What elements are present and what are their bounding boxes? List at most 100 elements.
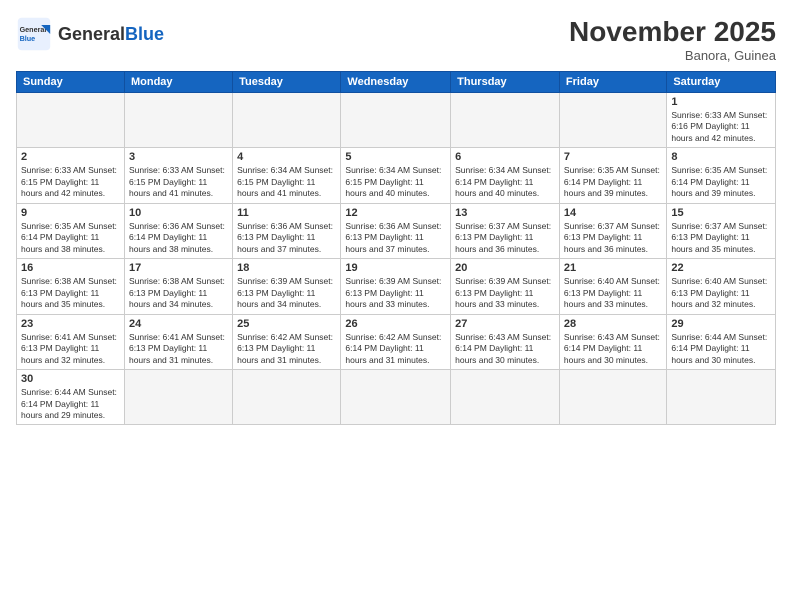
calendar-cell: 21 Sunrise: 6:40 AM Sunset: 6:13 PM Dayli…: [559, 259, 666, 314]
day-info: Sunrise: 6:42 AM Sunset: 6:13 PM Dayligh…: [237, 332, 336, 366]
calendar-cell: 15 Sunrise: 6:37 AM Sunset: 6:13 PM Dayli…: [667, 203, 776, 258]
day-info: Sunrise: 6:37 AM Sunset: 6:13 PM Dayligh…: [671, 221, 771, 255]
calendar-cell: [233, 370, 341, 425]
logo-text: GeneralBlue: [58, 25, 164, 43]
day-info: Sunrise: 6:34 AM Sunset: 6:15 PM Dayligh…: [345, 165, 446, 199]
day-number: 11: [237, 207, 336, 219]
calendar-cell: 7 Sunrise: 6:35 AM Sunset: 6:14 PM Daylig…: [559, 148, 666, 203]
day-info: Sunrise: 6:33 AM Sunset: 6:15 PM Dayligh…: [129, 165, 228, 199]
calendar-cell: 6Sunrise: 6:34 AM Sunset: 6:14 PM Daylig…: [451, 148, 560, 203]
calendar-cell: 25 Sunrise: 6:42 AM Sunset: 6:13 PM Dayli…: [233, 314, 341, 369]
calendar-cell: 27Sunrise: 6:43 AM Sunset: 6:14 PM Dayli…: [451, 314, 560, 369]
day-number: 19: [345, 262, 446, 274]
calendar-cell: [451, 370, 560, 425]
day-number: 7: [564, 151, 662, 163]
calendar-cell: [341, 370, 451, 425]
page: General Blue GeneralBlue November 2025 B…: [0, 0, 792, 612]
day-info: Sunrise: 6:41 AM Sunset: 6:13 PM Dayligh…: [129, 332, 228, 366]
svg-text:Blue: Blue: [20, 34, 36, 43]
calendar-cell: [451, 93, 560, 148]
calendar-cell: 28Sunrise: 6:43 AM Sunset: 6:14 PM Dayli…: [559, 314, 666, 369]
weekday-header-tuesday: Tuesday: [233, 72, 341, 93]
day-info: Sunrise: 6:39 AM Sunset: 6:13 PM Dayligh…: [455, 276, 555, 310]
calendar-cell: 17 Sunrise: 6:38 AM Sunset: 6:13 PM Dayli…: [124, 259, 232, 314]
day-info: Sunrise: 6:40 AM Sunset: 6:13 PM Dayligh…: [671, 276, 771, 310]
day-number: 9: [21, 207, 120, 219]
calendar-cell: [559, 93, 666, 148]
day-info: Sunrise: 6:35 AM Sunset: 6:14 PM Dayligh…: [21, 221, 120, 255]
calendar-cell: 29 Sunrise: 6:44 AM Sunset: 6:14 PM Dayli…: [667, 314, 776, 369]
day-number: 22: [671, 262, 771, 274]
day-number: 20: [455, 262, 555, 274]
day-number: 14: [564, 207, 662, 219]
location: Banora, Guinea: [569, 48, 776, 63]
day-info: Sunrise: 6:43 AM Sunset: 6:14 PM Dayligh…: [455, 332, 555, 366]
logo: General Blue GeneralBlue: [16, 16, 164, 52]
calendar-cell: 8 Sunrise: 6:35 AM Sunset: 6:14 PM Daylig…: [667, 148, 776, 203]
day-info: Sunrise: 6:40 AM Sunset: 6:13 PM Dayligh…: [564, 276, 662, 310]
calendar-cell: [341, 93, 451, 148]
day-info: Sunrise: 6:38 AM Sunset: 6:13 PM Dayligh…: [21, 276, 120, 310]
weekday-header-thursday: Thursday: [451, 72, 560, 93]
calendar: SundayMondayTuesdayWednesdayThursdayFrid…: [16, 71, 776, 425]
calendar-cell: [559, 370, 666, 425]
day-info: Sunrise: 6:39 AM Sunset: 6:13 PM Dayligh…: [237, 276, 336, 310]
day-number: 10: [129, 207, 228, 219]
logo-blue: Blue: [125, 24, 164, 44]
month-title: November 2025: [569, 16, 776, 48]
day-info: Sunrise: 6:34 AM Sunset: 6:14 PM Dayligh…: [455, 165, 555, 199]
day-number: 24: [129, 318, 228, 330]
weekday-header-friday: Friday: [559, 72, 666, 93]
day-number: 23: [21, 318, 120, 330]
calendar-cell: 20 Sunrise: 6:39 AM Sunset: 6:13 PM Dayli…: [451, 259, 560, 314]
day-number: 1: [671, 96, 771, 108]
day-number: 17: [129, 262, 228, 274]
calendar-cell: 1Sunrise: 6:33 AM Sunset: 6:16 PM Daylig…: [667, 93, 776, 148]
calendar-cell: 14 Sunrise: 6:37 AM Sunset: 6:13 PM Dayli…: [559, 203, 666, 258]
calendar-cell: 24 Sunrise: 6:41 AM Sunset: 6:13 PM Dayli…: [124, 314, 232, 369]
day-number: 26: [345, 318, 446, 330]
logo-general: General: [58, 24, 125, 44]
calendar-cell: [124, 370, 232, 425]
day-info: Sunrise: 6:36 AM Sunset: 6:14 PM Dayligh…: [129, 221, 228, 255]
weekday-header-wednesday: Wednesday: [341, 72, 451, 93]
day-number: 13: [455, 207, 555, 219]
calendar-week-5: 30Sunrise: 6:44 AM Sunset: 6:14 PM Dayli…: [17, 370, 776, 425]
calendar-cell: 13 Sunrise: 6:37 AM Sunset: 6:13 PM Dayli…: [451, 203, 560, 258]
day-info: Sunrise: 6:38 AM Sunset: 6:13 PM Dayligh…: [129, 276, 228, 310]
day-number: 16: [21, 262, 120, 274]
day-number: 25: [237, 318, 336, 330]
day-number: 15: [671, 207, 771, 219]
day-number: 29: [671, 318, 771, 330]
day-info: Sunrise: 6:33 AM Sunset: 6:15 PM Dayligh…: [21, 165, 120, 199]
day-info: Sunrise: 6:44 AM Sunset: 6:14 PM Dayligh…: [21, 387, 120, 421]
day-number: 3: [129, 151, 228, 163]
day-info: Sunrise: 6:37 AM Sunset: 6:13 PM Dayligh…: [564, 221, 662, 255]
calendar-cell: [124, 93, 232, 148]
day-info: Sunrise: 6:35 AM Sunset: 6:14 PM Dayligh…: [671, 165, 771, 199]
day-info: Sunrise: 6:37 AM Sunset: 6:13 PM Dayligh…: [455, 221, 555, 255]
calendar-week-3: 16 Sunrise: 6:38 AM Sunset: 6:13 PM Dayli…: [17, 259, 776, 314]
day-number: 18: [237, 262, 336, 274]
weekday-header-monday: Monday: [124, 72, 232, 93]
calendar-week-2: 9 Sunrise: 6:35 AM Sunset: 6:14 PM Daylig…: [17, 203, 776, 258]
day-number: 8: [671, 151, 771, 163]
day-info: Sunrise: 6:35 AM Sunset: 6:14 PM Dayligh…: [564, 165, 662, 199]
weekday-header-sunday: Sunday: [17, 72, 125, 93]
calendar-cell: 30Sunrise: 6:44 AM Sunset: 6:14 PM Dayli…: [17, 370, 125, 425]
day-number: 4: [237, 151, 336, 163]
day-info: Sunrise: 6:36 AM Sunset: 6:13 PM Dayligh…: [237, 221, 336, 255]
calendar-cell: 2 Sunrise: 6:33 AM Sunset: 6:15 PM Daylig…: [17, 148, 125, 203]
day-number: 2: [21, 151, 120, 163]
calendar-week-0: 1Sunrise: 6:33 AM Sunset: 6:16 PM Daylig…: [17, 93, 776, 148]
day-number: 21: [564, 262, 662, 274]
calendar-cell: 4Sunrise: 6:34 AM Sunset: 6:15 PM Daylig…: [233, 148, 341, 203]
day-info: Sunrise: 6:44 AM Sunset: 6:14 PM Dayligh…: [671, 332, 771, 366]
day-number: 28: [564, 318, 662, 330]
calendar-week-1: 2 Sunrise: 6:33 AM Sunset: 6:15 PM Daylig…: [17, 148, 776, 203]
calendar-cell: 5Sunrise: 6:34 AM Sunset: 6:15 PM Daylig…: [341, 148, 451, 203]
calendar-cell: 22 Sunrise: 6:40 AM Sunset: 6:13 PM Dayli…: [667, 259, 776, 314]
svg-text:General: General: [20, 25, 47, 34]
calendar-cell: 12Sunrise: 6:36 AM Sunset: 6:13 PM Dayli…: [341, 203, 451, 258]
calendar-cell: 18 Sunrise: 6:39 AM Sunset: 6:13 PM Dayli…: [233, 259, 341, 314]
